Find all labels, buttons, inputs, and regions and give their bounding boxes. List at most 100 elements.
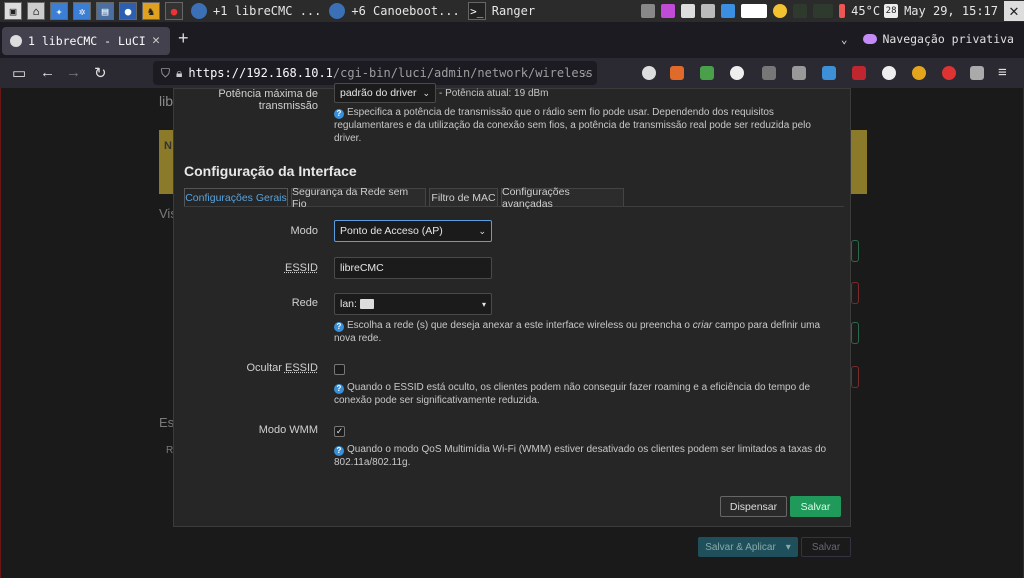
tab-luci[interactable]: 1 libreCMC - LuCI ✕ — [2, 27, 170, 55]
eject-icon[interactable] — [641, 4, 655, 18]
network-label: Rede — [292, 297, 318, 309]
cpu-graph-icon[interactable] — [793, 4, 807, 18]
task-browser[interactable]: +1 libreCMC ... — [191, 3, 321, 19]
notice-letter: N — [164, 140, 172, 152]
notes-icon[interactable] — [741, 4, 767, 18]
extension-puzzle-icon[interactable] — [822, 66, 836, 80]
task-ranger[interactable]: >_Ranger — [468, 2, 535, 20]
thermometer-icon — [839, 4, 845, 18]
browser-tabstrip: 1 libreCMC - LuCI ✕ + ⌄ Navegação privat… — [0, 22, 1024, 58]
temperature-readout: 45°C — [851, 4, 880, 18]
tx-power-current: - Potência atual: 19 dBm — [439, 88, 549, 99]
task-canoeboot[interactable]: +6 Canoeboot... — [329, 3, 459, 19]
account-icon[interactable] — [642, 66, 656, 80]
bg-save-apply-label: Salvar & Aplicar — [705, 542, 776, 553]
interface-tabs: Configurações Gerais Segurança da Rede s… — [184, 188, 844, 207]
tab-general-settings[interactable]: Configurações Gerais — [184, 188, 288, 206]
private-browsing-icon — [863, 34, 877, 44]
chevron-down-icon: ⌄ — [422, 88, 430, 99]
network-tool-icon[interactable]: ✲ — [73, 2, 91, 20]
tab-mac-filter[interactable]: Filtro de MAC — [429, 188, 498, 206]
mode-select[interactable]: Ponto de Acceso (AP) ⌄ — [334, 220, 492, 242]
dropdown-arrow-icon: ▾ — [482, 300, 486, 309]
hide-essid-help: ?Quando o ESSID está oculto, os clientes… — [334, 381, 839, 407]
desktop-icon[interactable]: ▣ — [4, 2, 22, 20]
calendar-icon[interactable]: 28 — [884, 4, 898, 18]
url-bar[interactable]: ⛉ 🔒︎ https://192.168.10.1/cgi-bin/luci/a… — [153, 61, 597, 85]
shield-icon[interactable]: ⛉ — [161, 66, 170, 81]
essid-input[interactable]: libreCMC — [334, 257, 492, 279]
back-icon[interactable]: ← — [40, 64, 55, 81]
tab-title: 1 libreCMC - LuCI — [28, 34, 146, 48]
help-icon: ? — [334, 109, 344, 119]
extension-s-icon[interactable] — [730, 66, 744, 80]
save-button[interactable]: Salvar — [790, 496, 841, 517]
ublock-icon[interactable] — [852, 66, 866, 80]
bg-save-button: Salvar — [801, 537, 851, 557]
new-tab-icon[interactable]: + — [178, 28, 189, 49]
close-window-icon[interactable]: ✕ — [1004, 1, 1024, 21]
task-canoeboot-label: +6 Canoeboot... — [351, 4, 459, 18]
sidebar-icon[interactable]: ▭ — [12, 64, 26, 82]
essid-label: ESSID — [285, 262, 318, 274]
favicon-icon — [10, 35, 22, 47]
wmm-checkbox[interactable]: ✓ — [334, 426, 345, 437]
tx-power-select[interactable]: padrão do driver ⌄ — [334, 83, 436, 103]
tx-power-value: padrão do driver — [340, 87, 416, 99]
mode-label: Modo — [290, 225, 318, 237]
network-interface-icon — [360, 299, 374, 309]
network-icon[interactable] — [721, 4, 735, 18]
extension-notify-icon[interactable] — [762, 66, 776, 80]
forward-icon[interactable]: → — [66, 64, 81, 81]
dismiss-button[interactable]: Dispensar — [720, 496, 787, 517]
extension-hat-icon[interactable] — [942, 66, 956, 80]
clock[interactable]: May 29, 15:17 — [904, 4, 998, 18]
clipboard-icon[interactable] — [681, 4, 695, 18]
tab-wireless-security[interactable]: Segurança da Rede sem Fio — [291, 188, 426, 206]
network-value: lan: — [340, 298, 357, 310]
updates-icon[interactable] — [661, 4, 675, 18]
close-tab-icon[interactable]: ✕ — [152, 33, 160, 48]
monitor-icon[interactable]: ▤ — [96, 2, 114, 20]
url-host: https://192.168.10.1 — [188, 66, 333, 80]
terminal-icon: >_ — [468, 2, 486, 20]
help-icon: ? — [334, 446, 344, 456]
extensions-menu-icon[interactable] — [970, 66, 984, 80]
section-title: Configuração da Interface — [184, 163, 357, 179]
url-path: /cgi-bin/luci/admin/network/wireless — [333, 66, 593, 80]
home-icon[interactable]: ⌂ — [27, 2, 45, 20]
tx-power-help: ?Especifica a potência de transmissão qu… — [334, 106, 839, 145]
hide-essid-label: Ocultar ESSID — [246, 362, 318, 374]
app-launcher-icon[interactable]: ✦ — [50, 2, 68, 20]
network-select[interactable]: lan: ▾ — [334, 293, 492, 315]
lock-icon[interactable]: 🔒︎ — [176, 66, 182, 81]
chevron-down-icon: ⌄ — [478, 226, 486, 237]
hide-essid-checkbox[interactable] — [334, 364, 345, 375]
notice-box-right — [851, 130, 867, 194]
menu-icon[interactable]: ≡ — [998, 64, 1007, 81]
mode-value: Ponto de Acceso (AP) — [340, 225, 443, 237]
extension-fox-icon[interactable] — [670, 66, 684, 80]
bookmark-star-icon[interactable]: ☆ — [582, 66, 589, 80]
wmm-help-text: Quando o modo QoS Multimídia Wi-Fi (WMM)… — [334, 444, 826, 468]
tab-list-chevron-icon[interactable]: ⌄ — [841, 33, 848, 46]
volume-icon[interactable] — [701, 4, 715, 18]
reload-icon[interactable]: ↻ — [94, 64, 107, 82]
browser-icon[interactable]: ● — [119, 2, 137, 20]
extension-eye-icon[interactable] — [882, 66, 896, 80]
system-monitor-icon[interactable] — [813, 4, 833, 18]
record-icon[interactable]: ● — [165, 2, 183, 20]
essid-value: libreCMC — [340, 262, 384, 274]
network-help: ?Escolha a rede (s) que deseja anexar a … — [334, 319, 839, 345]
extension-k-icon[interactable] — [912, 66, 926, 80]
game-icon[interactable]: ♞ — [142, 2, 160, 20]
hide-essid-label-text: Ocultar — [246, 362, 285, 374]
tx-power-label: Potência máxima de transmissão — [218, 88, 318, 112]
emoji-icon[interactable] — [773, 4, 787, 18]
extension-image-icon[interactable] — [792, 66, 806, 80]
hide-essid-label-essid: ESSID — [285, 362, 318, 374]
wmm-label: Modo WMM — [259, 424, 318, 436]
extension-grid-icon[interactable] — [700, 66, 714, 80]
wmm-help: ?Quando o modo QoS Multimídia Wi-Fi (WMM… — [334, 443, 839, 469]
tab-advanced-settings[interactable]: Configurações avançadas — [501, 188, 624, 206]
